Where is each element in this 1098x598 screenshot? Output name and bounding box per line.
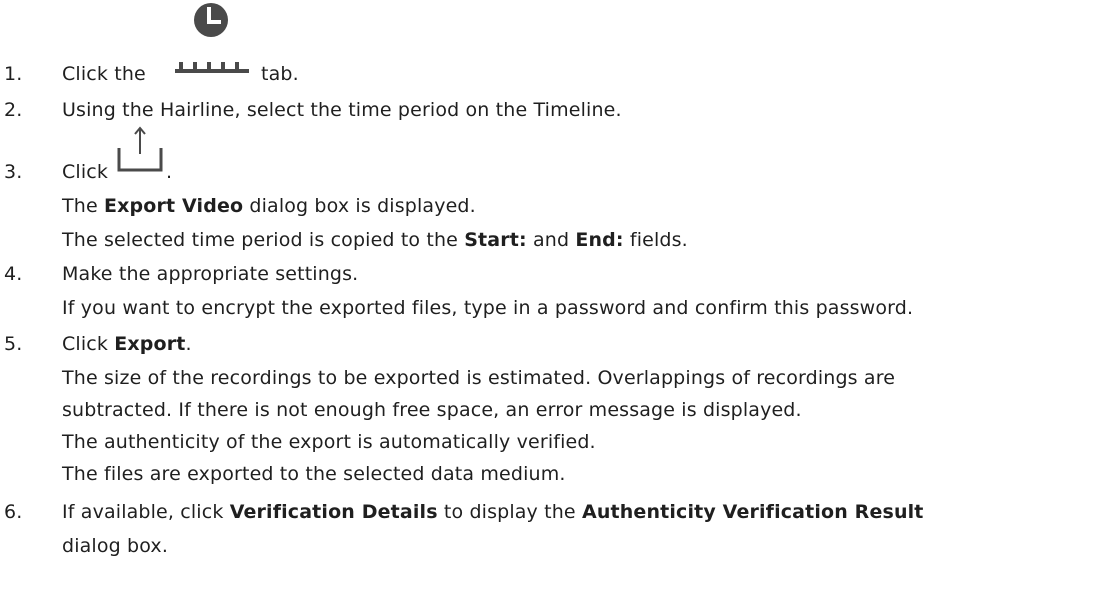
detail-text: The authenticity of the export is automa… (62, 431, 596, 453)
step-number: 1. (4, 63, 23, 85)
verification-details-label: Verification Details (229, 501, 438, 523)
step-text: Using the Hairline, select the time peri… (62, 99, 622, 121)
step-number: 4. (4, 263, 23, 285)
detail-text: The Export Video dialog box is displayed… (62, 195, 476, 217)
step-number: 3. (4, 161, 23, 183)
step-number: 6. (4, 501, 23, 523)
detail-text: The size of the recordings to be exporte… (62, 367, 896, 389)
detail-text: The selected time period is copied to th… (62, 229, 688, 251)
start-field-label: Start: (464, 229, 527, 251)
export-button-label: Export (114, 333, 186, 355)
export-video-label: Export Video (104, 195, 244, 217)
step-3-post: . (166, 161, 173, 183)
detail-text: dialog box. (62, 535, 169, 557)
step-text: If available, click Verification Details… (62, 501, 924, 523)
step-1-post: tab. (261, 63, 299, 85)
step-number: 5. (4, 333, 23, 355)
detail-text: If you want to encrypt the exported file… (62, 297, 914, 319)
step-text: Click the (62, 60, 146, 88)
step-number: 2. (4, 99, 23, 121)
detail-text: subtracted. If there is not enough free … (62, 399, 802, 421)
instruction-document: 1. Click the tab. 2. Using the Hairline,… (0, 0, 1098, 598)
step-text: Click Export. (62, 333, 192, 355)
export-icon (117, 126, 163, 172)
end-field-label: End: (575, 229, 624, 251)
step-text-pre: Click the (62, 63, 146, 85)
authenticity-verification-result-label: Authenticity Verification Result (581, 501, 924, 523)
step-text-pre: Click (62, 161, 109, 183)
step-text: Make the appropriate settings. (62, 263, 359, 285)
clock-timeline-tab-icon (175, 3, 249, 73)
detail-text: The files are exported to the selected d… (62, 463, 566, 485)
